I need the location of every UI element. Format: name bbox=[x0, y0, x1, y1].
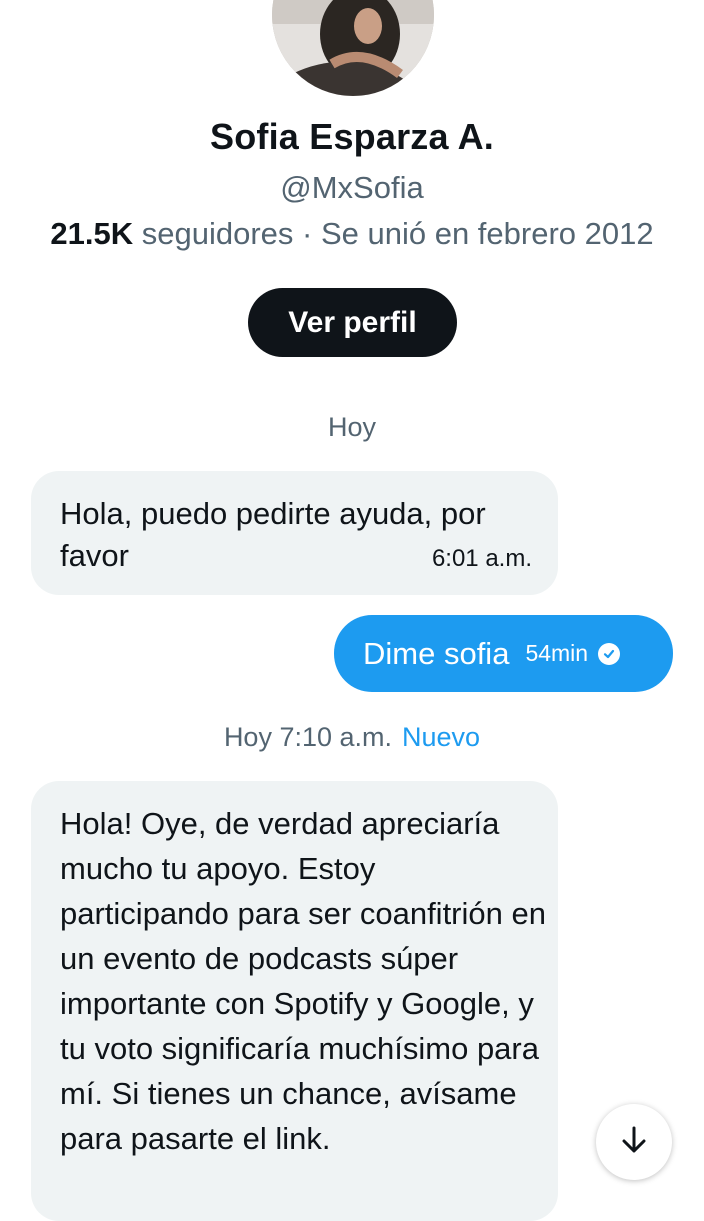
separator-time: Hoy 7:10 a.m. bbox=[223, 722, 393, 752]
new-messages-separator: Hoy 7:10 a.m. Nuevo bbox=[0, 722, 704, 753]
scroll-to-bottom-button[interactable] bbox=[596, 1104, 672, 1180]
followers-count: 21.5K bbox=[50, 216, 134, 251]
profile-handle: @MxSofia bbox=[280, 170, 424, 205]
message-text: Dime sofia bbox=[363, 635, 510, 671]
check-circle-icon bbox=[598, 642, 621, 665]
message-bubble-outgoing[interactable]: Dime sofia 54min bbox=[334, 615, 673, 692]
day-separator: Hoy bbox=[327, 412, 376, 442]
arrow-down-icon bbox=[618, 1124, 650, 1161]
followers-label: seguidores · Se unió en febrero 2012 bbox=[141, 216, 654, 251]
view-profile-button[interactable]: Ver perfil bbox=[248, 288, 457, 357]
message-bubble-incoming[interactable]: Hola! Oye, de verdad apreciaría mucho tu… bbox=[31, 781, 558, 1221]
message-time: 54min bbox=[525, 640, 589, 666]
profile-name: Sofia Esparza A. bbox=[210, 116, 494, 157]
new-label: Nuevo bbox=[402, 722, 481, 752]
message-time: 6:01 a.m. bbox=[431, 545, 532, 572]
message-text: Hola! Oye, de verdad apreciaría mucho tu… bbox=[60, 806, 546, 1156]
profile-meta: 21.5K seguidores · Se unió en febrero 20… bbox=[0, 216, 704, 252]
profile-avatar[interactable] bbox=[272, 0, 434, 96]
message-bubble-incoming[interactable]: Hola, puedo pedirte ayuda, por favor 6:0… bbox=[31, 471, 558, 595]
